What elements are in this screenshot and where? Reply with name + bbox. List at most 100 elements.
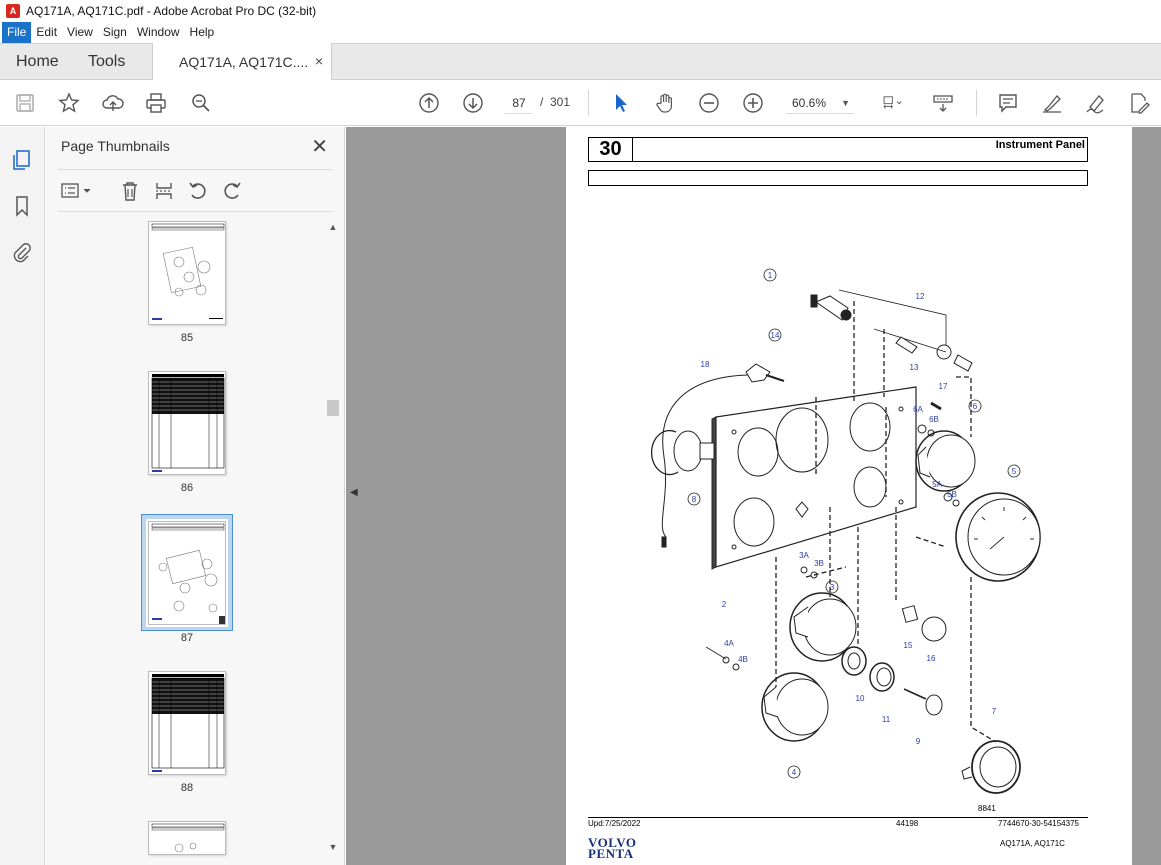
page-up-icon[interactable] <box>417 91 441 115</box>
callout-5: 5 <box>1012 467 1017 476</box>
highlight-icon[interactable] <box>1040 91 1064 115</box>
thumbnail-page[interactable] <box>148 221 226 325</box>
rotate-ccw-icon[interactable] <box>187 180 209 202</box>
thumbnail-tools <box>58 169 332 212</box>
menu-view[interactable]: View <box>62 22 98 43</box>
callout-6a: 6A <box>913 405 923 414</box>
chevron-down-icon: ▼ <box>841 98 850 108</box>
header-blank-row <box>588 170 1088 186</box>
hand-icon[interactable] <box>653 91 677 115</box>
scroll-thumb[interactable] <box>327 400 339 416</box>
callout-9: 9 <box>916 737 921 746</box>
callout-6b: 6B <box>929 415 939 424</box>
callout-11: 11 <box>882 715 891 724</box>
zoom-in-icon[interactable] <box>741 91 765 115</box>
callout-7: 7 <box>992 707 997 716</box>
sign-icon[interactable] <box>1084 91 1108 115</box>
callout-2: 2 <box>722 600 727 609</box>
panel-title: Page Thumbnails <box>61 138 170 154</box>
thumbnail-label: 87 <box>180 632 194 644</box>
select-arrow-icon[interactable] <box>609 91 633 115</box>
callout-18: 18 <box>701 360 710 369</box>
zoom-value: 60.6% <box>792 96 827 110</box>
page-down-icon[interactable] <box>461 91 485 115</box>
extract-page-icon[interactable] <box>153 180 175 202</box>
callout-4b: 4B <box>738 655 748 664</box>
page-thumbnails-icon[interactable] <box>11 149 33 171</box>
zoom-select[interactable]: 60.6% ▼ <box>786 92 854 114</box>
menu-edit[interactable]: Edit <box>31 22 62 43</box>
thumbnail-label: 85 <box>180 332 194 344</box>
attachment-icon[interactable] <box>11 241 33 263</box>
scroll-down-icon[interactable]: ▼ <box>327 842 339 854</box>
part-number: 7744670-30-54154375 <box>998 819 1079 828</box>
tab-tools[interactable]: Tools <box>88 44 125 80</box>
rotate-cw-icon[interactable] <box>221 180 243 202</box>
delete-page-icon[interactable] <box>119 180 141 202</box>
search-zoom-icon[interactable] <box>189 91 213 115</box>
section-number: 30 <box>589 138 633 161</box>
close-tab-icon[interactable]: × <box>315 53 323 69</box>
star-icon[interactable] <box>57 91 81 115</box>
figure-number: 8841 <box>978 804 996 813</box>
thumbnail-page[interactable] <box>148 821 226 855</box>
print-icon[interactable] <box>144 91 168 115</box>
callout-4: 4 <box>792 768 797 777</box>
callout-17: 17 <box>939 382 948 391</box>
model-footer: AQ171A, AQ171C <box>1000 839 1065 848</box>
callout-16: 16 <box>927 654 936 663</box>
tab-document[interactable]: AQ171A, AQ171C.... × <box>152 43 332 80</box>
menu-window[interactable]: Window <box>132 22 185 43</box>
callout-8: 8 <box>692 495 697 504</box>
menu-file[interactable]: File <box>2 22 32 43</box>
callout-3a: 3A <box>799 551 809 560</box>
thumbnail-panel: Page Thumbnails ✕ 85 86 87 88 ▲ ▼ <box>46 127 345 865</box>
upload-icon[interactable] <box>101 91 125 115</box>
menu-sign[interactable]: Sign <box>98 22 132 43</box>
exploded-diagram: 1 2 3 3A 3B 4 4A 4B 5 5A 5B 6 6A 6B 7 8 … <box>650 268 1041 794</box>
callout-14: 14 <box>771 331 780 340</box>
tab-home[interactable]: Home <box>16 44 59 80</box>
left-rail <box>0 127 45 865</box>
close-icon[interactable]: ✕ <box>311 134 328 159</box>
menu-bar: File Edit View Sign Window Help <box>0 22 1161 43</box>
page-separator: / <box>540 95 544 109</box>
total-pages: 301 <box>550 95 571 109</box>
scroll-up-icon[interactable]: ▲ <box>327 222 339 234</box>
tab-bar: Home Tools AQ171A, AQ171C.... × <box>0 43 1161 80</box>
pdf-page: 30 Instrument Panel 1 2 3 3A 3B 4 4A 4B … <box>566 127 1132 865</box>
menu-help[interactable]: Help <box>185 22 220 43</box>
window-title: AQ171A, AQ171C.pdf - Adobe Acrobat Pro D… <box>26 4 317 18</box>
options-menu-icon[interactable] <box>60 180 94 202</box>
zoom-out-icon[interactable] <box>697 91 721 115</box>
page-number-input[interactable]: 87 <box>505 92 533 114</box>
thumbnail-label: 88 <box>180 782 194 794</box>
page-header: 30 Instrument Panel <box>588 137 1088 162</box>
callout-13: 13 <box>910 363 919 372</box>
callout-10: 10 <box>856 694 865 703</box>
thumbnail-page[interactable] <box>148 371 226 475</box>
toolbar: 87 / 301 60.6% ▼ <box>0 80 1161 126</box>
bookmark-icon[interactable] <box>11 195 33 217</box>
callout-15: 15 <box>904 641 913 650</box>
read-mode-icon[interactable] <box>931 91 955 115</box>
thumbnail-page-selected[interactable] <box>146 519 228 627</box>
edit-pdf-icon[interactable] <box>1127 91 1151 115</box>
callout-5b: 5B <box>947 490 957 499</box>
thumbnail-label: 86 <box>180 482 194 494</box>
volvo-penta-logo: VOLVO PENTA <box>588 835 637 861</box>
toolbar-divider <box>588 90 589 116</box>
fit-page-icon[interactable] <box>876 91 910 115</box>
title-bar: A AQ171A, AQ171C.pdf - Adobe Acrobat Pro… <box>0 0 1161 22</box>
callout-12: 12 <box>916 292 925 301</box>
comment-icon[interactable] <box>996 91 1020 115</box>
thumbnail-scrollbar[interactable]: ▲ ▼ <box>327 222 339 852</box>
save-icon[interactable] <box>13 91 37 115</box>
section-title: Instrument Panel <box>995 139 1085 151</box>
collapse-panel-icon[interactable]: ◀ <box>350 487 358 498</box>
viewer-margin <box>1132 127 1161 865</box>
footer-rule <box>588 817 1088 818</box>
document-viewer[interactable]: ◀ 30 Instrument Panel 1 2 3 3A 3B 4 4A 4… <box>346 127 1161 865</box>
thumbnail-page[interactable] <box>148 671 226 775</box>
callout-1: 1 <box>768 271 773 280</box>
